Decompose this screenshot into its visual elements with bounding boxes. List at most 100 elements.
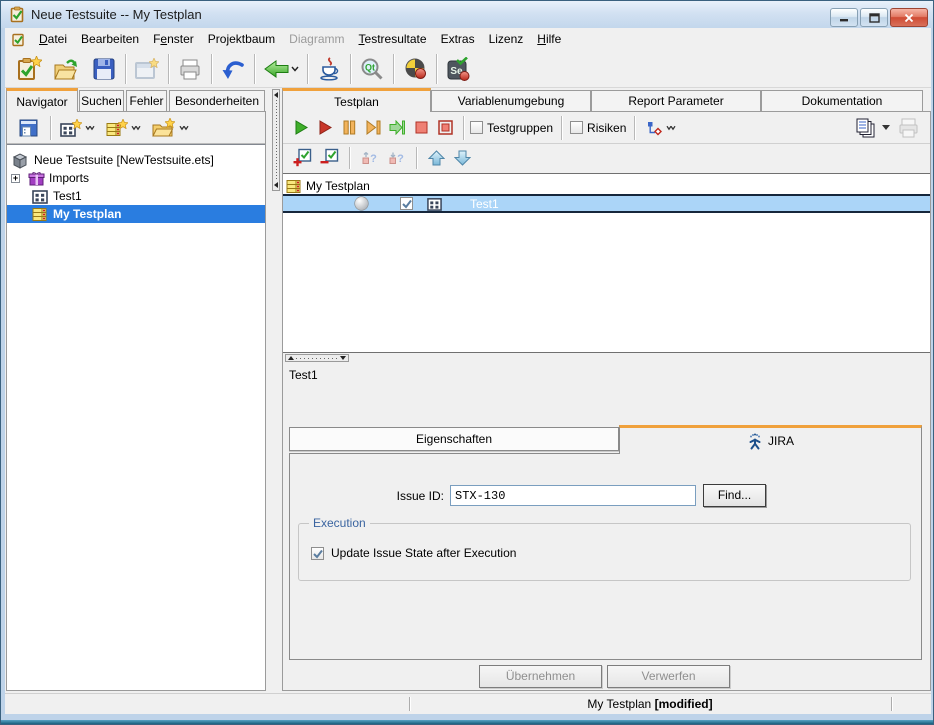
tab-dokumentation[interactable]: Dokumentation	[761, 90, 923, 111]
risiken-toggle[interactable]: Risiken	[570, 121, 626, 135]
menu-label: atei	[48, 32, 67, 46]
menu-bearbeiten[interactable]: Bearbeiten	[74, 28, 146, 50]
tab-report-parameter[interactable]: Report Parameter	[591, 90, 761, 111]
stop-icon	[414, 120, 429, 135]
breakpoint-question-up-button: ?	[356, 146, 383, 170]
copies-icon	[855, 117, 876, 138]
apply-button: Übernehmen	[479, 665, 602, 688]
menu-label: H	[537, 32, 546, 46]
menu-testresultate[interactable]: Testresultate	[352, 28, 434, 50]
tab-jira[interactable]: JIRA	[619, 425, 922, 454]
testplan-item-row[interactable]: Test1	[283, 194, 930, 213]
tab-fehler[interactable]: Fehler	[126, 90, 167, 111]
print-report-button	[894, 115, 922, 141]
run-icon	[294, 120, 309, 135]
close-button[interactable]	[890, 8, 928, 27]
back-button[interactable]	[257, 52, 305, 86]
window-title: Neue Testsuite -- My Testplan	[31, 7, 202, 22]
printer-icon	[897, 117, 919, 139]
breakpoints-menu-button[interactable]	[643, 115, 679, 141]
maximize-navigator-button[interactable]	[14, 115, 44, 141]
step-button[interactable]	[361, 115, 385, 141]
collapse-left-icon	[274, 182, 278, 188]
app-icon	[9, 6, 26, 23]
selenium-button[interactable]: Se	[439, 52, 477, 86]
svg-text:Qt: Qt	[365, 62, 375, 72]
remove-item-button[interactable]	[316, 146, 343, 170]
move-down-button[interactable]	[449, 146, 475, 170]
new-folder-button[interactable]	[149, 115, 191, 141]
menu-extras[interactable]: Extras	[434, 28, 482, 50]
new-testsuite-button[interactable]	[9, 52, 47, 86]
statusbar: My Testplan [modified]	[5, 693, 931, 714]
testplan-root-row[interactable]: My Testplan	[283, 178, 930, 194]
minimize-button[interactable]	[830, 8, 858, 27]
tab-label: Dokumentation	[802, 94, 883, 108]
open-button[interactable]	[47, 52, 85, 86]
testgruppen-checkbox[interactable]	[470, 121, 483, 134]
stop-button[interactable]	[409, 115, 433, 141]
panel-splitter[interactable]	[272, 89, 280, 191]
tab-variablenumgebung[interactable]: Variablenumgebung	[431, 90, 591, 111]
qt-inspect-button[interactable]: Qt	[353, 52, 391, 86]
tab-navigator[interactable]: Navigator	[6, 88, 78, 112]
expand-icon[interactable]: +	[11, 174, 20, 183]
breakpoint-question-up-icon: ?	[361, 149, 379, 167]
menu-label: estresultate	[365, 32, 427, 46]
find-button[interactable]: Find...	[703, 484, 766, 507]
pause-button[interactable]	[337, 115, 361, 141]
execution-group-label: Execution	[309, 516, 370, 530]
tab-eigenschaften[interactable]: Eigenschaften	[289, 427, 619, 451]
new-testcase-button[interactable]	[57, 115, 97, 141]
execution-groupbox: Execution Update Issue State after Execu…	[298, 523, 911, 581]
update-issue-toggle[interactable]: Update Issue State after Execution	[311, 546, 516, 560]
update-issue-checkbox[interactable]	[311, 547, 324, 560]
tree-row-testsuite[interactable]: Neue Testsuite [NewTestsuite.ets]	[7, 151, 265, 169]
tree-row-imports[interactable]: + Imports	[7, 169, 265, 187]
risiken-checkbox[interactable]	[570, 121, 583, 134]
issue-id-input[interactable]	[450, 485, 696, 506]
menu-lizenz[interactable]: Lizenz	[482, 28, 531, 50]
tab-besonderheiten[interactable]: Besonderheiten	[169, 90, 265, 111]
app-icon-small	[11, 32, 26, 47]
toolbar-separator	[125, 54, 126, 84]
tab-suchen[interactable]: Suchen	[79, 90, 124, 111]
issue-id-label: Issue ID:	[392, 489, 444, 503]
copies-button[interactable]	[852, 115, 878, 141]
check-icon	[312, 548, 324, 560]
toolbar-separator	[50, 116, 51, 140]
tab-testplan[interactable]: Testplan	[282, 88, 431, 112]
menu-datei[interactable]: Datei	[32, 28, 74, 50]
menu-label: D	[39, 32, 48, 46]
maximize-button[interactable]	[860, 8, 888, 27]
menu-hilfe[interactable]: Hilfe	[530, 28, 568, 50]
menu-projektbaum[interactable]: Projektbaum	[201, 28, 282, 50]
dropdown-arrow-icon[interactable]	[882, 125, 890, 130]
item-checkbox[interactable]	[400, 197, 413, 210]
titlebar[interactable]: Neue Testsuite -- My Testplan	[1, 1, 933, 28]
detail-splitter[interactable]	[285, 354, 349, 362]
save-icon	[92, 57, 116, 81]
risiken-label: Risiken	[587, 121, 626, 135]
toolbar-separator	[416, 147, 417, 169]
undo-button[interactable]	[214, 52, 252, 86]
print-button[interactable]	[171, 52, 209, 86]
minimize-icon	[839, 13, 849, 22]
stop-all-button[interactable]	[433, 115, 457, 141]
selected-item-caption: Test1	[289, 368, 318, 382]
new-testplan-button[interactable]	[103, 115, 143, 141]
navigator-maximize-icon	[18, 118, 40, 138]
save-button[interactable]	[85, 52, 123, 86]
tree-row-test1[interactable]: Test1	[7, 187, 265, 205]
run-debug-button[interactable]	[313, 115, 337, 141]
testplan-table-icon	[286, 178, 302, 194]
java-button[interactable]	[310, 52, 348, 86]
resume-button[interactable]	[385, 115, 409, 141]
add-item-button[interactable]	[289, 146, 316, 170]
tree-row-my-testplan[interactable]: My Testplan	[7, 205, 265, 223]
run-button[interactable]	[289, 115, 313, 141]
testgruppen-toggle[interactable]: Testgruppen	[470, 121, 553, 135]
move-up-button[interactable]	[423, 146, 449, 170]
coverage-button[interactable]	[396, 52, 434, 86]
menu-fenster[interactable]: Fenster	[146, 28, 201, 50]
